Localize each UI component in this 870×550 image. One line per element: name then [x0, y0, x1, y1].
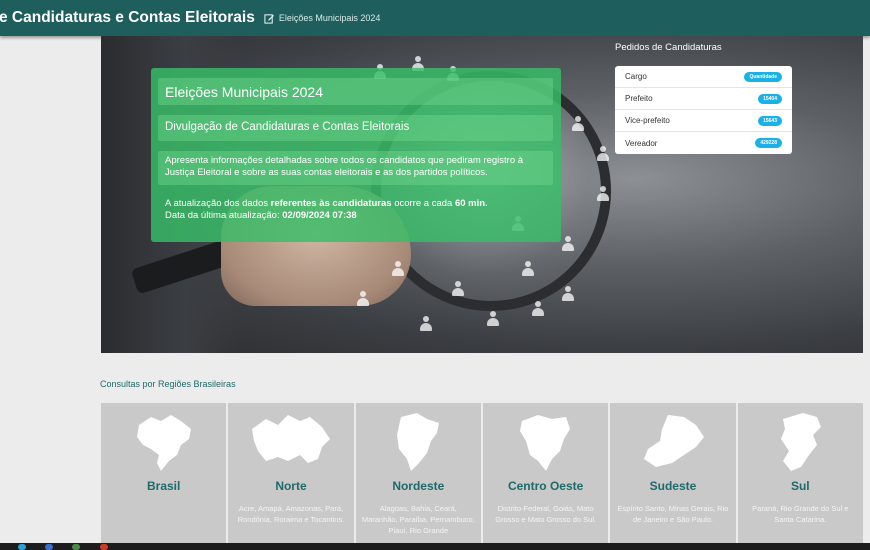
- hero-description: Apresenta informações detalhadas sobre t…: [158, 151, 553, 185]
- pedidos-row-count: Quantidade: [744, 71, 782, 82]
- person-icon: [356, 291, 370, 307]
- pedidos-row-label: Vereador: [625, 138, 658, 148]
- region-name: Centro Oeste: [507, 479, 584, 493]
- region-card-norte[interactable]: Norte Acre, Amapá, Amazonas, Pará, Rondô…: [228, 403, 354, 543]
- region-states: Espírito Santo, Minas Gerais, Rio de Jan…: [617, 504, 729, 524]
- pedidos-row-label: Prefeito: [625, 94, 653, 103]
- person-icon: [451, 281, 465, 297]
- last-update-value: 02/09/2024 07:38: [282, 209, 357, 221]
- region-card-centro-oeste[interactable]: Centro Oeste Distrito-Federal, Goiás, Ma…: [482, 403, 609, 543]
- pedidos-row-count: 429228: [755, 138, 782, 148]
- region-card-sul[interactable]: Sul Paraná, Rio Grande do Sul e Santa Ca…: [737, 403, 863, 543]
- sudeste-map-icon: [643, 415, 704, 467]
- person-icon: [596, 186, 610, 202]
- update-bold: referentes às candidaturas: [270, 198, 392, 209]
- hero-title: Eleições Municipais 2024: [158, 78, 553, 105]
- pedidos-title: Pedidos de Candidaturas: [615, 42, 722, 53]
- person-icon: [571, 116, 585, 132]
- app-title: e Candidaturas e Contas Eleitorais: [0, 9, 255, 26]
- update-interval: 60 min.: [454, 198, 488, 209]
- region-states: Paraná, Rio Grande do Sul e Santa Catari…: [752, 504, 849, 524]
- pedidos-row-vice-prefeito[interactable]: Vice-prefeito 15643: [615, 110, 792, 132]
- person-icon: [596, 146, 610, 162]
- region-card-nordeste[interactable]: Nordeste Alagoas, Bahia, Ceará, Maranhão…: [355, 403, 481, 543]
- pedidos-row-label: Vice-prefeito: [625, 116, 670, 125]
- region-name: Norte: [275, 479, 307, 493]
- sul-map-icon: [781, 413, 822, 471]
- taskbar-app-icon[interactable]: [100, 544, 108, 550]
- pedidos-row-label: Cargo: [625, 72, 647, 81]
- person-icon: [419, 316, 433, 332]
- region-name: Brasil: [146, 479, 181, 493]
- person-icon: [521, 261, 535, 277]
- person-icon: [561, 286, 575, 302]
- update-info: A atualização dos dados referentes às ca…: [165, 198, 488, 222]
- regions-section-label: Consultas por Regiões Brasileiras: [100, 379, 236, 389]
- top-bar: e Candidaturas e Contas Eleitorais Eleiç…: [0, 0, 870, 36]
- last-update-label: Data da última atualização:: [165, 209, 283, 221]
- hero-subtitle: Divulgação de Candidaturas e Contas Elei…: [158, 115, 553, 141]
- taskbar-app-icon[interactable]: [45, 544, 53, 550]
- pedidos-row-header: Cargo Quantidade: [615, 66, 792, 88]
- norte-map-icon: [251, 415, 330, 463]
- region-states: Acre, Amapá, Amazonas, Pará, Rondônia, R…: [237, 504, 345, 524]
- region-name: Nordeste: [392, 479, 445, 493]
- taskbar-app-icon[interactable]: [72, 544, 80, 550]
- person-icon: [391, 261, 405, 277]
- region-name: Sul: [790, 479, 810, 493]
- pedidos-row-prefeito[interactable]: Prefeito 15404: [615, 88, 792, 110]
- person-icon: [531, 301, 545, 317]
- pedidos-card: Cargo Quantidade Prefeito 15404 Vice-pre…: [615, 66, 792, 154]
- pedidos-row-vereador[interactable]: Vereador 429228: [615, 132, 792, 154]
- person-icon: [486, 311, 500, 327]
- os-taskbar: [0, 543, 870, 550]
- election-label: Eleições Municipais 2024: [278, 13, 381, 23]
- person-icon: [561, 236, 575, 252]
- centro-oeste-map-icon: [519, 415, 570, 471]
- region-states: Alagoas, Bahia, Ceará, Maranhão, Paraíba…: [361, 504, 475, 535]
- election-breadcrumb[interactable]: Eleições Municipais 2024: [264, 13, 381, 24]
- brazil-map-icon: [136, 415, 191, 471]
- pedidos-row-count: 15643: [758, 115, 782, 126]
- edit-icon: [264, 13, 274, 24]
- update-prefix: A atualização dos dados: [165, 198, 271, 209]
- pedidos-row-count: 15404: [758, 93, 782, 104]
- region-card-sudeste[interactable]: Sudeste Espírito Santo, Minas Gerais, Ri…: [610, 403, 736, 543]
- taskbar-app-icon[interactable]: [18, 544, 26, 550]
- hero-info-panel: Eleições Municipais 2024 Divulgação de C…: [151, 68, 561, 242]
- region-states: Distrito-Federal, Goiás, Mato Grosso e M…: [495, 504, 597, 524]
- region-card-brasil[interactable]: Brasil: [101, 403, 227, 543]
- nordeste-map-icon: [397, 413, 440, 471]
- region-name: Sudeste: [649, 479, 697, 493]
- update-mid: ocorre a cada: [391, 198, 455, 209]
- region-cards: Brasil Norte Acre, Amapá, Amazonas, Pará…: [101, 403, 863, 543]
